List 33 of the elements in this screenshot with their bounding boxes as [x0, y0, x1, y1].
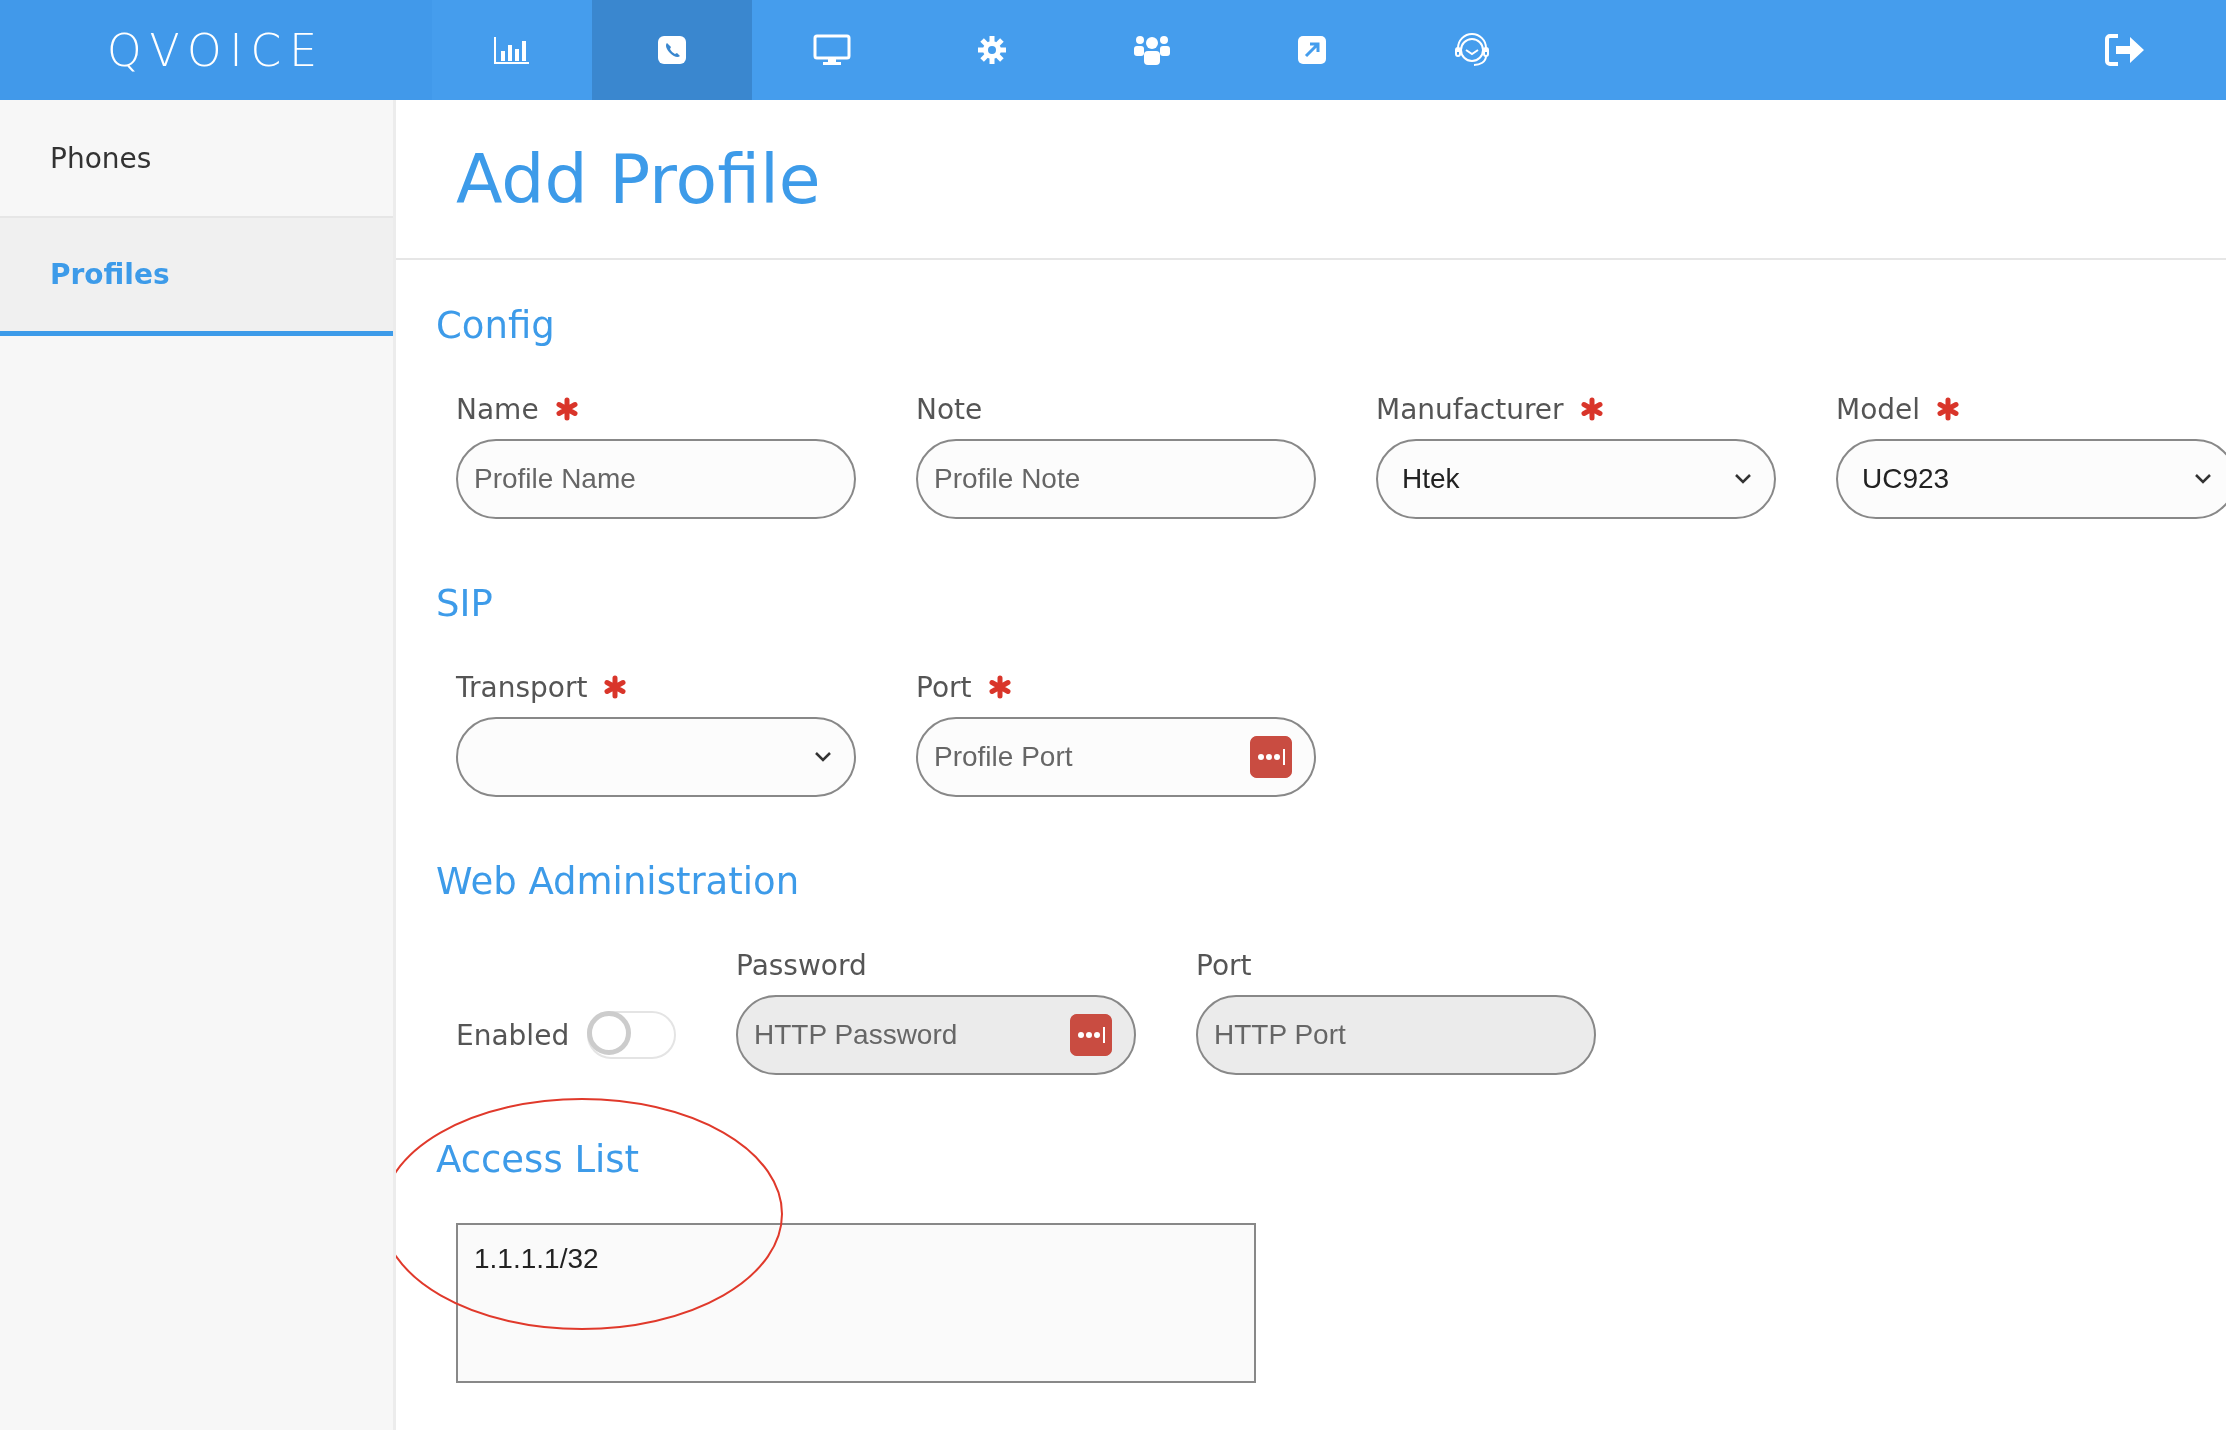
- input-field[interactable]: Profile Name: [456, 439, 856, 519]
- access-list-textarea[interactable]: 1.1.1.1/32: [456, 1223, 1256, 1383]
- logo-text: QVOICE: [106, 24, 326, 76]
- input-field[interactable]: Profile Port: [916, 717, 1316, 797]
- page-title: Add Profile: [396, 100, 2226, 260]
- nav-tab[interactable]: [592, 0, 752, 100]
- phone-icon: [657, 35, 687, 65]
- section-heading: Web Administration: [436, 859, 801, 905]
- gear-icon: [977, 35, 1007, 65]
- field-label: Manufacturer: [1376, 392, 1564, 426]
- password-manager-icon[interactable]: [1250, 736, 1292, 778]
- toggle-label: Enabled: [456, 1018, 570, 1052]
- external-link-icon: [1297, 35, 1327, 65]
- field-label: Model: [1836, 392, 1921, 426]
- select-dropdown[interactable]: UC923: [1836, 439, 2226, 519]
- bar-chart-icon: [493, 35, 531, 65]
- select-dropdown[interactable]: Htek: [1376, 439, 1776, 519]
- section-heading: Config: [436, 303, 556, 349]
- toggle-switch[interactable]: [587, 1011, 676, 1059]
- field-label: Note: [916, 392, 983, 426]
- chevron-down-icon: [1734, 473, 1752, 485]
- chevron-down-icon: [2194, 473, 2212, 485]
- section-heading: Access List: [436, 1137, 641, 1183]
- field-label: Port: [1196, 948, 1252, 982]
- field-label: Transport: [456, 670, 588, 704]
- chevron-down-icon: [814, 751, 832, 763]
- field-label: Name: [456, 392, 539, 426]
- field-label: Port: [916, 670, 972, 704]
- input-field[interactable]: Profile Note: [916, 439, 1316, 519]
- users-icon: [1132, 34, 1172, 66]
- monitor-icon: [813, 34, 851, 66]
- section-heading: SIP: [436, 581, 494, 627]
- field-label: Password: [736, 948, 867, 982]
